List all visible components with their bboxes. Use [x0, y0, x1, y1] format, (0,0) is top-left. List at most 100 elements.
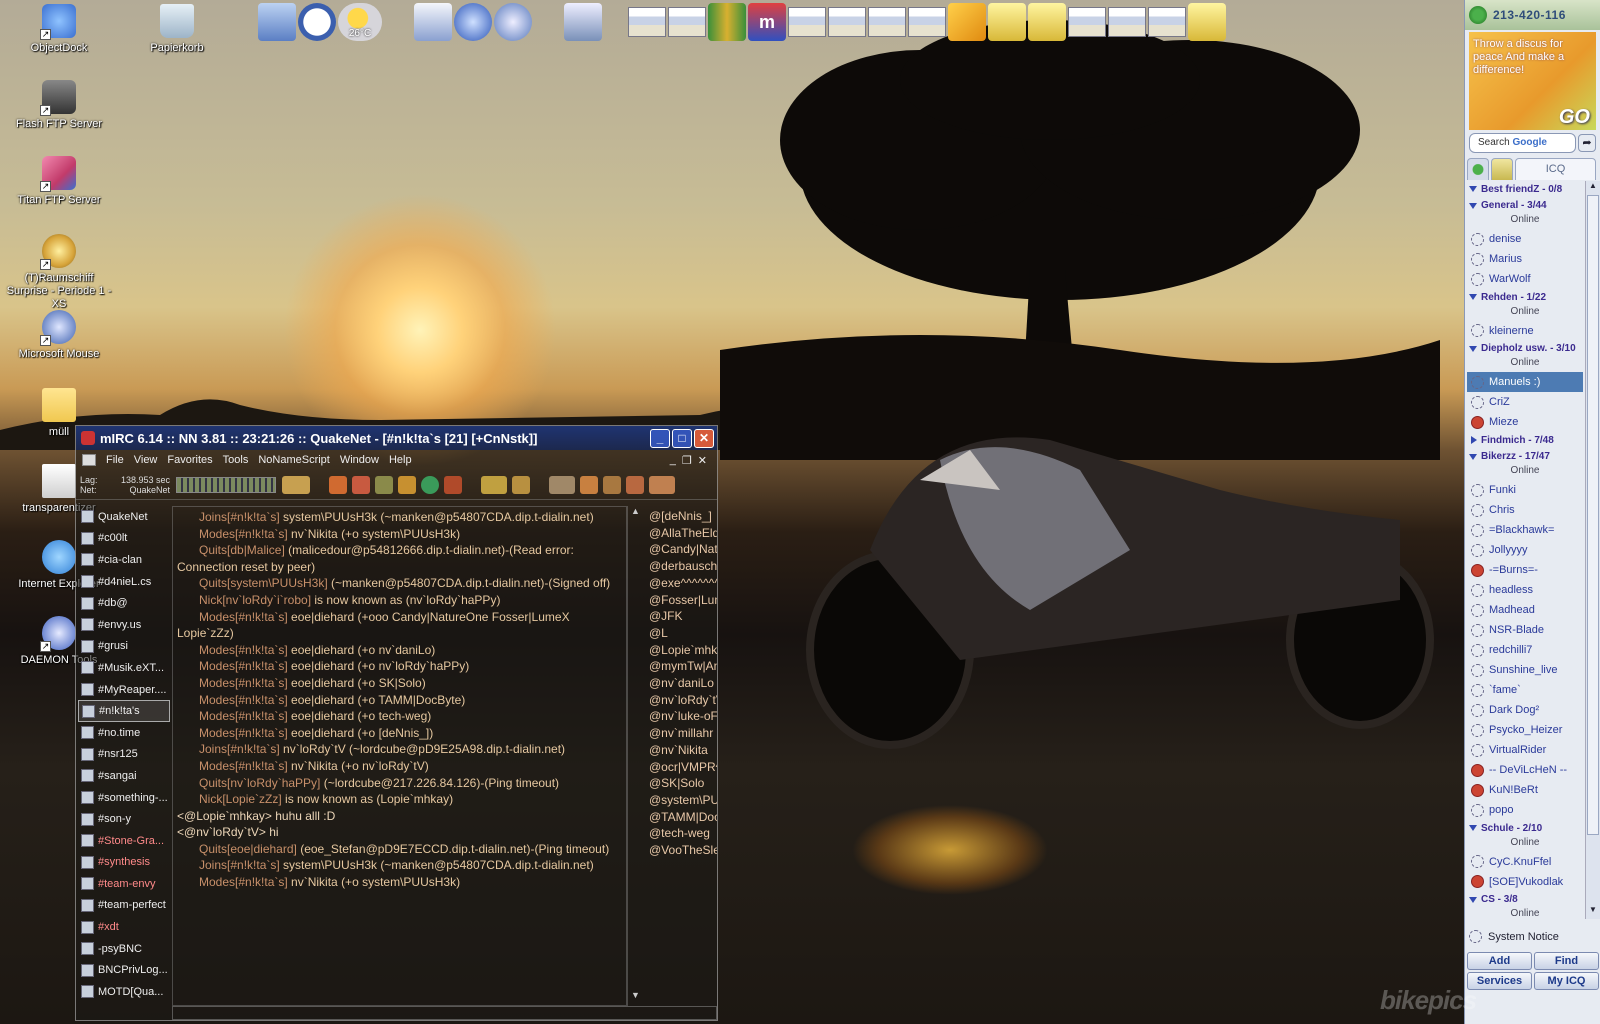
contact-item[interactable]: Sunshine_live — [1467, 660, 1583, 680]
nick-item[interactable]: @nv`millahr — [649, 725, 714, 742]
contact-item[interactable]: CriZ — [1467, 392, 1583, 412]
weather-widget[interactable]: 26°C — [338, 3, 382, 41]
contact-group[interactable]: General - 3/44 — [1467, 198, 1583, 215]
nick-item[interactable]: @nv`luke-oFF — [649, 708, 717, 725]
window-thumbnail[interactable] — [628, 7, 666, 37]
add-button[interactable]: Add — [1467, 952, 1532, 970]
contact-item[interactable]: CyC.KnuFfel — [1467, 852, 1583, 872]
drive-icon[interactable] — [1028, 3, 1066, 41]
channel-item[interactable]: MOTD[Qua... — [78, 981, 170, 1003]
contact-item[interactable]: Mieze — [1467, 412, 1583, 432]
timer-icon[interactable] — [603, 475, 621, 494]
menu-window[interactable]: Window — [340, 454, 379, 466]
nick-item[interactable]: @mymTw|Antic — [649, 658, 717, 675]
mdi-restore-icon[interactable]: ❐ — [682, 454, 692, 467]
nick-item[interactable]: @Candy|NatureOne — [649, 541, 717, 558]
contact-group[interactable]: Schule - 2/10 — [1467, 820, 1583, 837]
contact-item[interactable]: `fame` — [1467, 680, 1583, 700]
contact-item[interactable]: denise — [1467, 229, 1583, 249]
scroll-up-icon[interactable]: ▲ — [1586, 181, 1600, 195]
nick-item[interactable]: @JFK — [649, 608, 714, 625]
menu-tools[interactable]: Tools — [223, 454, 249, 466]
notify-icon[interactable] — [444, 475, 462, 494]
nick-item[interactable]: @nv`loRdy`tV — [649, 692, 717, 709]
my-icq-button[interactable]: My ICQ — [1534, 972, 1599, 990]
search-go-icon[interactable]: ➦ — [1578, 134, 1596, 152]
contact-group[interactable]: Rehden - 1/22 — [1467, 289, 1583, 306]
contact-item[interactable]: =Blackhawk= — [1467, 520, 1583, 540]
chat-log[interactable]: Joins[#n!k!ta`s] system\PUUsH3k (~manken… — [172, 506, 627, 1006]
contact-group[interactable]: Best friendZ - 0/8 — [1467, 181, 1583, 198]
channel-item[interactable]: #Musik.eXT... — [78, 657, 170, 679]
channel-item[interactable]: QuakeNet — [78, 506, 170, 528]
mirc-icon[interactable]: m — [748, 3, 786, 41]
contact-item[interactable]: popo — [1467, 800, 1583, 820]
channel-item[interactable]: #MyReaper.... — [78, 679, 170, 701]
scroll-down-icon[interactable]: ▼ — [1586, 905, 1600, 919]
options-icon[interactable] — [329, 475, 347, 494]
system-notice[interactable]: System Notice — [1469, 930, 1559, 943]
window-thumbnail[interactable] — [1068, 7, 1106, 37]
scripts-icon[interactable] — [375, 475, 393, 494]
contact-item[interactable]: KuN!BeRt — [1467, 780, 1583, 800]
recycle-bin-icon[interactable] — [564, 3, 602, 41]
channel-item[interactable]: #Stone-Gra... — [78, 830, 170, 852]
window-thumbnail[interactable] — [668, 7, 706, 37]
nick-item[interactable]: @TAMM|DocByte — [649, 809, 717, 826]
dcc-chat-icon[interactable] — [512, 475, 530, 494]
channel-item[interactable]: #n!k!ta's — [78, 700, 170, 722]
menu-nonamescript[interactable]: NoNameScript — [258, 454, 330, 466]
contact-item[interactable]: Madhead — [1467, 600, 1583, 620]
services-button[interactable]: Services — [1467, 972, 1532, 990]
list-icon[interactable] — [549, 475, 575, 494]
scroll-down-icon[interactable]: ▼ — [628, 990, 643, 1006]
document-icon[interactable] — [82, 454, 96, 466]
icq-flower-icon[interactable] — [1469, 6, 1487, 24]
channel-item[interactable]: #team-envy — [78, 873, 170, 895]
nick-item[interactable]: @derbausch — [649, 558, 717, 575]
mirc-window[interactable]: mIRC 6.14 :: NN 3.81 :: 23:21:26 :: Quak… — [75, 425, 718, 1021]
scroll-thumb[interactable] — [1587, 195, 1599, 835]
channel-item[interactable]: #nsr125 — [78, 744, 170, 766]
log-icon[interactable] — [580, 475, 598, 494]
nick-item[interactable]: @VooTheSleeper — [649, 842, 717, 859]
maximize-button[interactable]: □ — [672, 428, 692, 448]
contact-item[interactable]: -=Burns=- — [1467, 560, 1583, 580]
scroll-up-icon[interactable]: ▲ — [628, 506, 643, 522]
nick-item[interactable]: @Lopie`mhkay — [649, 642, 717, 659]
desktop-icon-papierkorb[interactable]: Papierkorb — [122, 4, 232, 55]
nick-item[interactable]: @system\PUUsH3k — [649, 792, 717, 809]
contact-item[interactable]: Dark Dog² — [1467, 700, 1583, 720]
drive-icon[interactable] — [1188, 3, 1226, 41]
channel-item[interactable]: #cia-clan — [78, 549, 170, 571]
desktop-icon-objectdock[interactable]: ↗ ObjectDock — [4, 4, 114, 55]
tab-groups-icon[interactable] — [1491, 158, 1513, 180]
ad-banner[interactable]: Throw a discus for peace And make a diff… — [1469, 32, 1596, 130]
channel-item[interactable]: #grusi — [78, 636, 170, 658]
message-input[interactable] — [172, 1006, 717, 1020]
contact-group[interactable]: Bikerzz - 17/47 — [1467, 449, 1583, 466]
clock-icon[interactable] — [298, 3, 336, 41]
nick-item[interactable]: @ocr|VMPR^off — [649, 759, 717, 776]
channel-item[interactable]: #team-perfect — [78, 895, 170, 917]
nick-item[interactable]: @AllaTheEldar — [649, 525, 717, 542]
channel-item[interactable]: #d4nieL.cs — [78, 571, 170, 593]
channel-item[interactable]: #sangai — [78, 765, 170, 787]
desktop-icon-microsoft-mouse[interactable]: ↗ Microsoft Mouse — [4, 310, 114, 361]
chat-scrollbar[interactable]: ▲ ▼ — [627, 506, 643, 1006]
tab-flower-icon[interactable] — [1467, 158, 1489, 180]
nick-item[interactable]: @exe^^^^^^^^^ — [649, 575, 717, 592]
window-thumbnail[interactable] — [1108, 7, 1146, 37]
nick-item[interactable]: @nv`daniLo — [649, 675, 714, 692]
mdi-minimize-icon[interactable]: _ — [670, 454, 676, 466]
desktop-icon-titan-ftp[interactable]: ↗ Titan FTP Server — [4, 156, 114, 207]
find-button[interactable]: Find — [1534, 952, 1599, 970]
notepad-icon[interactable] — [414, 3, 452, 41]
nick-item[interactable]: @tech-weg — [649, 825, 714, 842]
channel-item[interactable]: #something-... — [78, 787, 170, 809]
nick-item[interactable]: @nv`Nikita — [649, 742, 714, 759]
channel-item[interactable]: #no.time — [78, 722, 170, 744]
contact-item[interactable]: Funki — [1467, 480, 1583, 500]
channel-item[interactable]: BNCPrivLog... — [78, 959, 170, 981]
close-button[interactable]: ✕ — [694, 428, 714, 448]
